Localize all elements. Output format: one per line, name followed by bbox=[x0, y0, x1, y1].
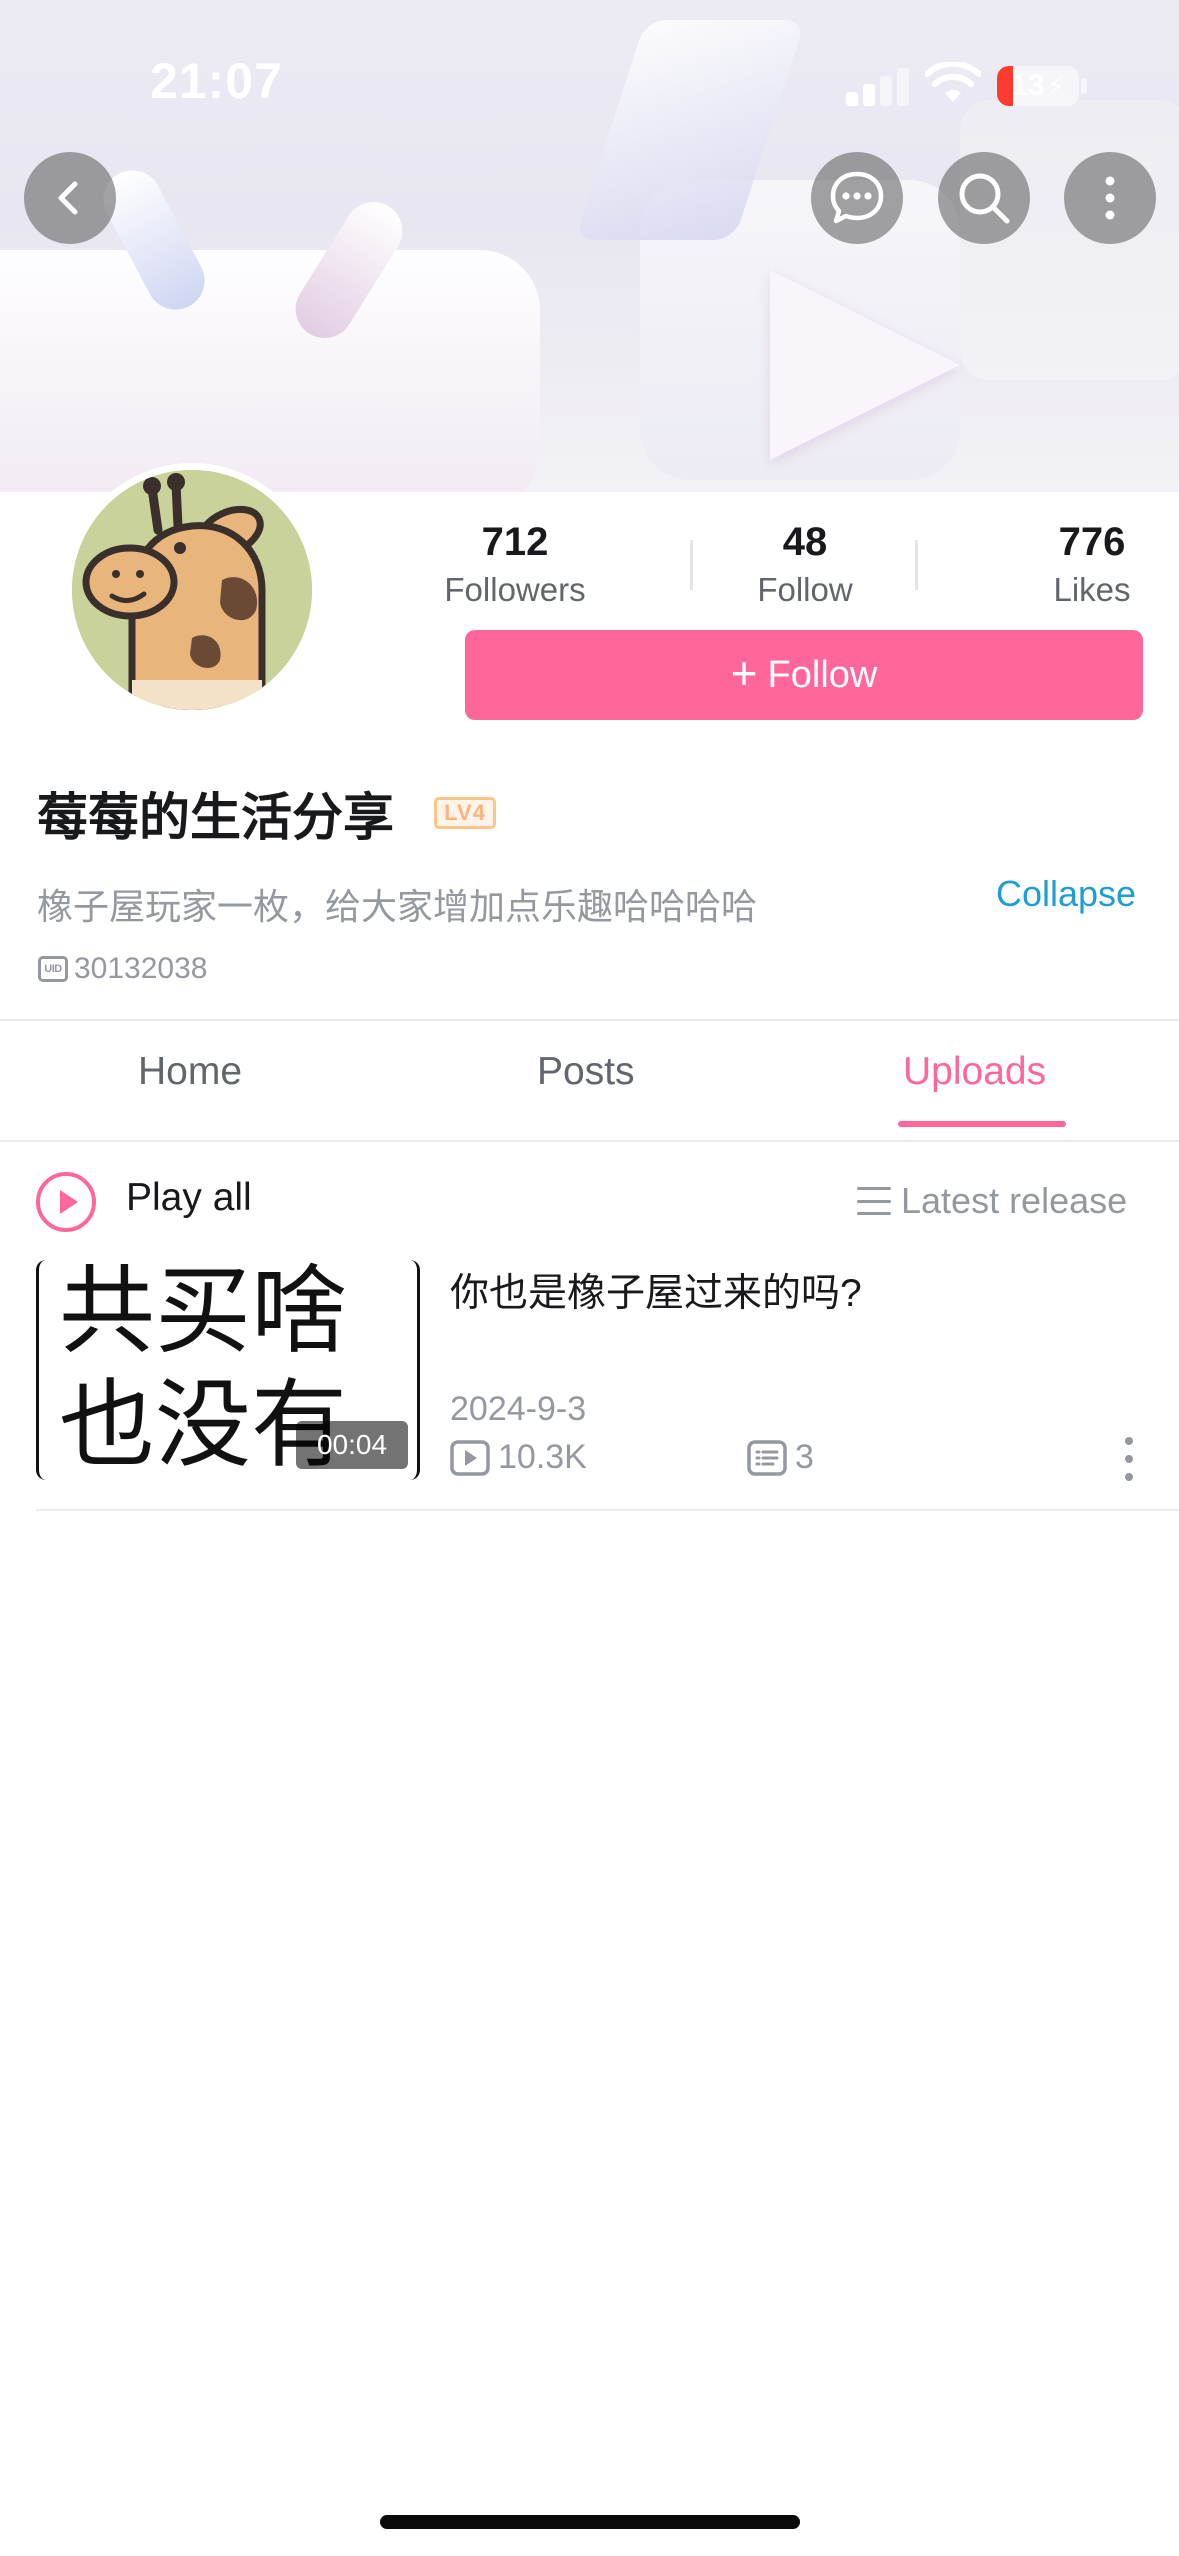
cellular-signal-icon bbox=[846, 66, 909, 106]
video-more-icon[interactable] bbox=[1125, 1437, 1133, 1481]
follow-button[interactable]: + Follow bbox=[465, 630, 1143, 720]
stat-follow[interactable]: 48 Follow bbox=[710, 516, 900, 612]
list-icon bbox=[857, 1187, 891, 1215]
play-circle-icon[interactable] bbox=[36, 1172, 96, 1232]
back-button[interactable] bbox=[24, 152, 116, 244]
battery-icon: 13 ⚡ bbox=[997, 66, 1079, 106]
follow-label: Follow bbox=[767, 653, 878, 696]
message-icon bbox=[830, 171, 884, 224]
collapse-link[interactable]: Collapse bbox=[996, 873, 1136, 915]
sort-label: Latest release bbox=[901, 1180, 1128, 1221]
comment-icon bbox=[747, 1439, 787, 1476]
wifi-icon bbox=[925, 62, 981, 102]
chevron-left-icon bbox=[58, 181, 78, 215]
uid-value: 30132038 bbox=[74, 952, 208, 985]
stat-likes[interactable]: 776 Likes bbox=[1030, 516, 1154, 612]
tab-uploads[interactable]: Uploads bbox=[903, 1050, 1046, 1094]
level-badge: LV4 bbox=[434, 797, 496, 829]
stat-followers[interactable]: 712 Followers bbox=[410, 516, 620, 612]
profile-bio: 橡子屋玩家一枚，给大家增加点乐趣哈哈哈哈 bbox=[37, 886, 758, 927]
more-button[interactable] bbox=[1064, 152, 1156, 244]
video-title[interactable]: 你也是橡子屋过来的吗? bbox=[450, 1262, 862, 1318]
giraffe-avatar-icon bbox=[72, 470, 312, 710]
video-duration: 00:04 bbox=[296, 1421, 408, 1469]
sort-button[interactable]: Latest release bbox=[857, 1180, 1127, 1222]
stat-label: Followers bbox=[444, 571, 586, 608]
stat-value: 712 bbox=[481, 520, 549, 564]
active-tab-indicator bbox=[898, 1121, 1066, 1127]
play-count-icon bbox=[450, 1439, 490, 1476]
more-vertical-icon bbox=[1105, 176, 1115, 220]
thumbnail-text-line-1: 共买啥 bbox=[59, 1260, 347, 1367]
stat-value: 776 bbox=[1058, 520, 1126, 564]
video-views: 10.3K bbox=[450, 1438, 587, 1477]
play-all-button[interactable]: Play all bbox=[126, 1176, 252, 1220]
comments-count: 3 bbox=[795, 1438, 814, 1476]
plus-icon: + bbox=[730, 647, 758, 699]
tab-home[interactable]: Home bbox=[138, 1050, 242, 1094]
profile-name: 莓莓的生活分享 bbox=[37, 789, 395, 846]
home-indicator bbox=[380, 2515, 800, 2529]
battery-level: 13 bbox=[1011, 69, 1045, 102]
search-icon bbox=[959, 173, 1010, 224]
avatar[interactable] bbox=[65, 463, 319, 717]
uid-row: UID 30132038 bbox=[38, 952, 207, 986]
views-count: 10.3K bbox=[498, 1438, 587, 1476]
video-date: 2024-9-3 bbox=[450, 1390, 587, 1428]
stat-label: Likes bbox=[1053, 571, 1131, 608]
message-button[interactable] bbox=[811, 152, 903, 244]
stat-value: 48 bbox=[782, 520, 828, 564]
uid-badge-icon: UID bbox=[38, 956, 68, 982]
status-time: 21:07 bbox=[150, 53, 283, 109]
stat-label: Follow bbox=[757, 571, 853, 608]
video-comments: 3 bbox=[747, 1438, 814, 1477]
tab-posts[interactable]: Posts bbox=[537, 1050, 635, 1094]
search-button[interactable] bbox=[938, 152, 1030, 244]
